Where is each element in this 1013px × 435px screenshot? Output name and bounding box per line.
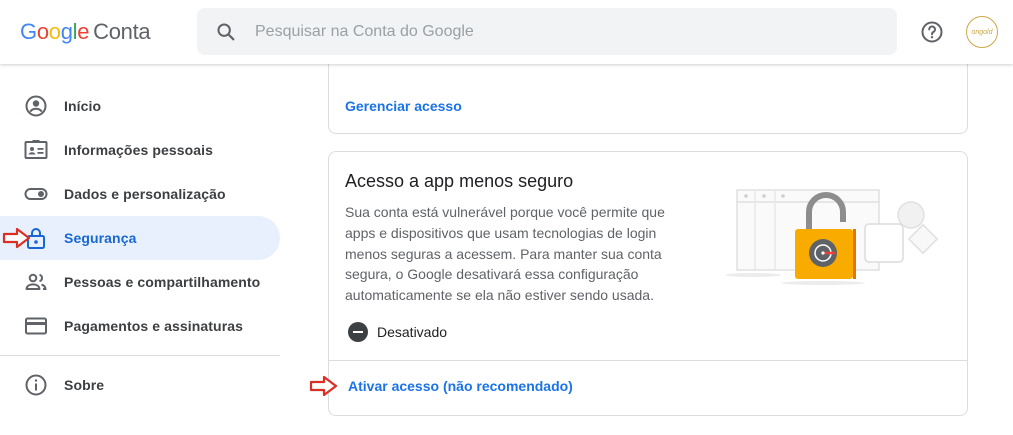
sidebar-item-pagamentos-assinaturas[interactable]: Pagamentos e assinaturas bbox=[0, 304, 280, 348]
help-icon[interactable] bbox=[920, 20, 944, 44]
less-secure-app-card: Acesso a app menos seguro Sua conta está… bbox=[328, 151, 968, 416]
status-label: Desativado bbox=[377, 324, 448, 340]
status-indicator: Desativado bbox=[348, 322, 447, 342]
sidebar-item-dados-personalizacao[interactable]: Dados e personalização bbox=[0, 172, 280, 216]
toggle-icon bbox=[24, 188, 48, 200]
logo-letter: e bbox=[77, 19, 90, 44]
credit-card-icon bbox=[25, 317, 47, 335]
id-card-icon bbox=[24, 140, 48, 159]
logo-letter: G bbox=[20, 19, 37, 44]
sidebar-item-seguranca[interactable]: Segurança bbox=[0, 216, 280, 260]
sidebar-item-label: Dados e personalização bbox=[64, 186, 226, 202]
sidebar-item-sobre[interactable]: Sobre bbox=[0, 363, 280, 407]
info-icon bbox=[25, 374, 47, 396]
search-icon[interactable] bbox=[215, 21, 237, 43]
sidebar-item-label: Informações pessoais bbox=[64, 142, 214, 158]
top-app-bar: GoogleConta ongold bbox=[0, 0, 1013, 64]
sidebar-item-informacoes-pessoais[interactable]: Informações pessoais bbox=[0, 128, 280, 172]
sidebar-item-inicio[interactable]: Início bbox=[0, 84, 280, 128]
annotation-arrow-icon bbox=[309, 375, 338, 397]
sidebar-item-pessoas-compartilhamento[interactable]: Pessoas e compartilhamento bbox=[0, 260, 280, 304]
manage-access-link[interactable]: Gerenciar acesso bbox=[345, 98, 462, 114]
avatar-text: ongold bbox=[971, 28, 993, 36]
sidebar-nav: Início Informações pessoais Dados e pers… bbox=[0, 64, 290, 435]
avatar[interactable]: ongold bbox=[966, 16, 998, 48]
enable-access-link[interactable]: Ativar acesso (não recomendado) bbox=[348, 378, 573, 394]
logo-product-name: Conta bbox=[93, 19, 151, 44]
logo-letter: g bbox=[60, 19, 73, 44]
sidebar-divider bbox=[0, 355, 280, 356]
sidebar-item-label: Sobre bbox=[64, 377, 105, 393]
card-divider bbox=[329, 360, 967, 361]
logo-letter: o bbox=[36, 19, 49, 44]
sidebar-item-label: Pessoas e compartilhamento bbox=[64, 274, 261, 290]
google-account-logo[interactable]: Google Conta bbox=[20, 19, 151, 45]
disabled-icon bbox=[348, 322, 368, 342]
unlocked-padlock-illustration-icon bbox=[725, 189, 939, 285]
search-input[interactable] bbox=[255, 8, 855, 55]
search-bar[interactable] bbox=[197, 8, 897, 55]
sidebar-item-label: Pagamentos e assinaturas bbox=[64, 318, 244, 334]
annotation-arrow-icon bbox=[2, 227, 31, 249]
people-icon bbox=[25, 273, 47, 290]
account-circle-icon bbox=[25, 95, 47, 117]
sidebar-item-label: Segurança bbox=[64, 230, 137, 246]
card-description: Sua conta está vulnerável porque você pe… bbox=[345, 204, 665, 304]
logo-letter: o bbox=[48, 19, 61, 44]
card-title: Acesso a app menos seguro bbox=[345, 171, 574, 191]
sidebar-item-label: Início bbox=[64, 98, 102, 114]
